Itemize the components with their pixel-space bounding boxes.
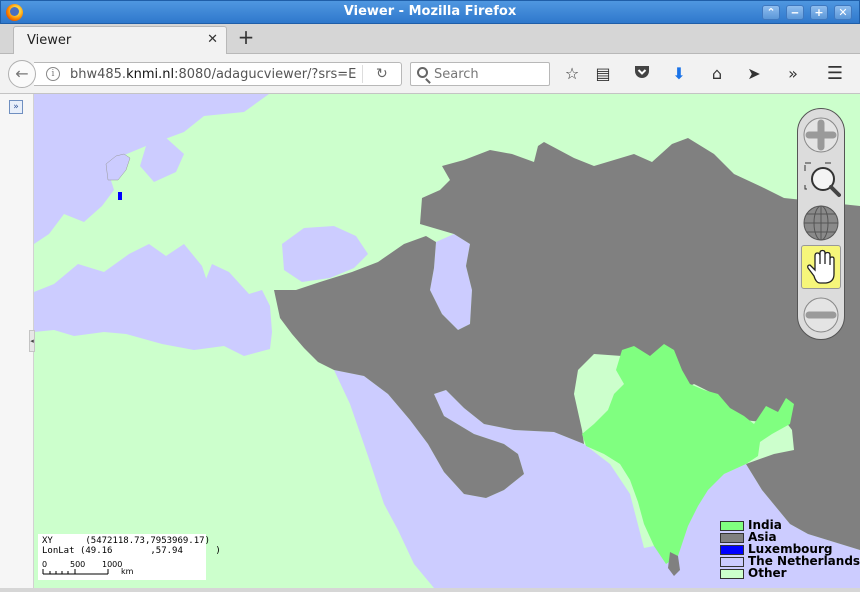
search-bar[interactable] [410,62,550,86]
map-svg [34,94,860,588]
hamburger-menu-icon[interactable]: ☰ [825,64,845,84]
map-legend: India Asia Luxembourg The Netherlands Ot… [718,518,860,584]
legend-item: Other [718,566,858,580]
legend-swatch [720,533,744,543]
legend-item: The Netherlands [718,554,860,568]
zoom-out-button[interactable] [801,293,841,337]
scale-bar: 0 500 1000 km [42,560,202,578]
legend-swatch [720,521,744,531]
zoom-box-button[interactable] [801,157,841,201]
reading-list-icon[interactable]: ▤ [593,64,613,84]
back-button[interactable]: ← [8,60,36,88]
coordinate-readout: XY (5472118.73,7953969.17) LonLat (49.16… [38,534,221,580]
zoom-in-button[interactable] [801,113,841,157]
pan-hand-icon [807,249,835,284]
url-bar[interactable]: i bhw485.knmi.nl:8080/adagucviewer/?srs=… [34,62,402,86]
window-maximize-button[interactable]: + [810,5,828,20]
zoom-in-icon [803,117,839,153]
window-title: Viewer - Mozilla Firefox [343,4,517,19]
xy-row: XY (5472118.73,7953969.17) [42,536,210,546]
send-tab-icon[interactable]: ➤ [744,64,764,84]
site-info-icon[interactable]: i [46,67,60,81]
url-separator [362,65,363,83]
legend-item: India [718,518,858,532]
legend-swatch [720,545,744,555]
window-restore-button[interactable]: ⌃ [762,5,780,20]
region-luxembourg [118,192,122,200]
url-text[interactable]: bhw485.knmi.nl:8080/adagucviewer/?srs=E [70,67,356,82]
reload-icon[interactable]: ↻ [376,66,388,82]
search-input[interactable] [434,66,544,82]
overflow-menu-icon[interactable]: » [783,64,803,84]
pan-button[interactable] [801,245,841,289]
expand-panel-button[interactable]: » [9,100,23,114]
tab-viewer[interactable]: Viewer ✕ [13,26,227,54]
new-tab-button[interactable]: + [236,27,256,48]
full-extent-button[interactable] [801,201,841,245]
pocket-icon[interactable] [632,64,652,84]
download-icon[interactable]: ⬇ [669,64,689,84]
magnifier-icon [804,162,841,197]
map-navigation-control [797,108,845,340]
legend-label: Other [748,566,787,580]
scale-unit: km [121,567,134,576]
zoom-out-icon [803,297,839,333]
window-minimize-button[interactable]: ‒ [786,5,804,20]
back-arrow-icon: ← [15,64,29,83]
panel-resize-handle[interactable]: ◂ [29,330,35,352]
bookmark-star-icon[interactable]: ☆ [562,64,582,84]
lonlat-row: LonLat (49.16 ,57.94 ) [42,546,221,556]
legend-swatch [720,569,744,579]
search-icon [417,67,428,78]
window-close-button[interactable]: ✕ [834,5,852,20]
legend-swatch [720,557,744,567]
window-titlebar: Viewer - Mozilla Firefox ⌃ ‒ + ✕ [0,0,860,24]
home-icon[interactable]: ⌂ [707,64,727,84]
tab-label: Viewer [27,33,72,48]
navigation-toolbar: i bhw485.knmi.nl:8080/adagucviewer/?srs=… [0,54,860,94]
map-canvas[interactable] [34,94,860,588]
tab-close-icon[interactable]: ✕ [207,32,218,47]
tab-bar: Viewer ✕ + [0,24,860,54]
scale-ruler [42,569,109,575]
viewer-content: » ◂ XY (5472118.73,7953969.17) LonLat (4… [0,94,860,588]
globe-icon [803,205,839,241]
